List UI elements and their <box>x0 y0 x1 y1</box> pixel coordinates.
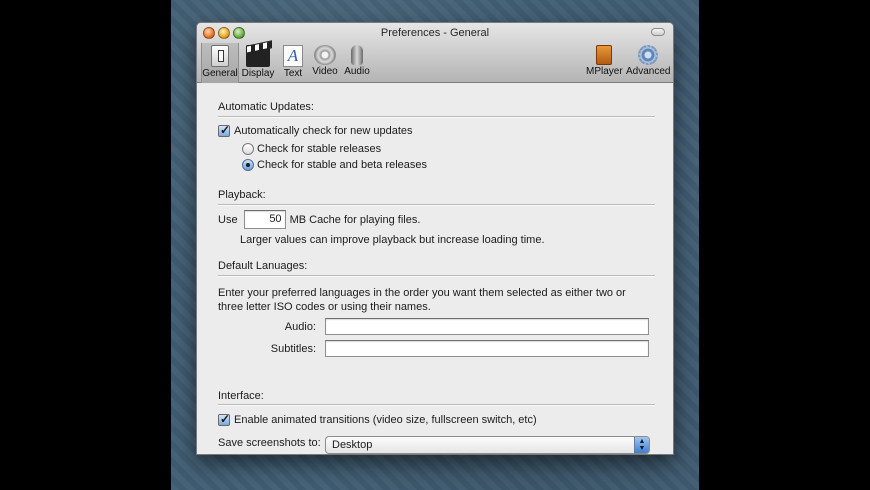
tab-general-label: General <box>202 68 238 79</box>
animated-transitions-checkbox[interactable] <box>218 412 230 426</box>
screenshots-label: Save screenshots to: <box>218 437 321 449</box>
languages-section-title: Default Lanuages: <box>218 260 308 272</box>
gear-icon <box>638 45 658 65</box>
tab-mplayer-label: MPlayer <box>586 66 623 77</box>
screenshots-location-value: Desktop <box>332 439 373 451</box>
auto-update-label: Automatically check for new updates <box>234 125 413 137</box>
languages-description-line2: three letter ISO codes or using their na… <box>218 301 431 313</box>
tab-advanced[interactable]: Advanced <box>626 43 670 83</box>
stable-beta-releases-radio[interactable] <box>242 159 254 171</box>
auto-update-row[interactable]: Automatically check for new updates <box>218 123 413 137</box>
clapperboard-icon <box>246 45 270 67</box>
tab-audio[interactable]: Audio <box>338 43 376 83</box>
playback-section-title: Playback: <box>218 189 266 201</box>
languages-divider <box>218 275 655 276</box>
stable-beta-releases-row[interactable]: Check for stable and beta releases <box>242 159 427 171</box>
audio-language-label: Audio: <box>284 321 316 333</box>
updates-divider <box>218 116 655 117</box>
tab-mplayer[interactable]: MPlayer <box>586 43 623 83</box>
auto-update-checkbox[interactable] <box>218 123 230 137</box>
cache-suffix-label: MB Cache for playing files. <box>289 213 421 226</box>
cache-hint: Larger values can improve playback but i… <box>240 234 545 246</box>
tab-display-label: Display <box>241 68 275 79</box>
preferences-window: Preferences - General General Display A … <box>196 22 674 455</box>
toolbar-toggle-button[interactable] <box>651 28 665 36</box>
animated-transitions-label: Enable animated transitions (video size,… <box>234 414 537 426</box>
audio-language-input[interactable] <box>325 318 649 335</box>
stable-beta-releases-label: Check for stable and beta releases <box>257 159 427 171</box>
window-title: Preferences - General <box>380 27 490 39</box>
screenshots-location-select[interactable]: Desktop ▲ ▼ <box>325 436 650 454</box>
stable-releases-row[interactable]: Check for stable releases <box>242 143 381 155</box>
tab-audio-label: Audio <box>344 66 370 77</box>
stable-releases-radio[interactable] <box>242 143 254 155</box>
general-icon <box>211 45 229 67</box>
chevron-up-down-icon: ▲ ▼ <box>634 437 649 453</box>
cache-size-input[interactable]: 50 <box>243 210 286 229</box>
film-reel-icon <box>314 45 336 65</box>
text-icon: A <box>283 45 303 67</box>
tab-advanced-label: Advanced <box>626 66 671 77</box>
mplayer-icon <box>596 45 612 65</box>
subtitles-language-input[interactable] <box>325 340 649 357</box>
window-toolbar: Preferences - General General Display A … <box>197 23 673 83</box>
cache-use-label: Use <box>218 213 238 226</box>
tab-general[interactable]: General <box>201 43 239 83</box>
microphone-icon <box>351 45 363 65</box>
stable-releases-label: Check for stable releases <box>257 143 382 155</box>
playback-divider <box>218 204 655 205</box>
interface-divider <box>218 404 655 405</box>
tab-display[interactable]: Display <box>239 43 277 83</box>
animated-transitions-row[interactable]: Enable animated transitions (video size,… <box>218 412 537 426</box>
updates-section-title: Automatic Updates: <box>218 101 314 113</box>
languages-description-line1: Enter your preferred languages in the or… <box>218 287 626 299</box>
subtitles-language-label: Subtitles: <box>270 343 316 355</box>
interface-section-title: Interface: <box>218 390 264 402</box>
cache-row: Use 50 MB Cache for playing files. <box>218 210 420 229</box>
